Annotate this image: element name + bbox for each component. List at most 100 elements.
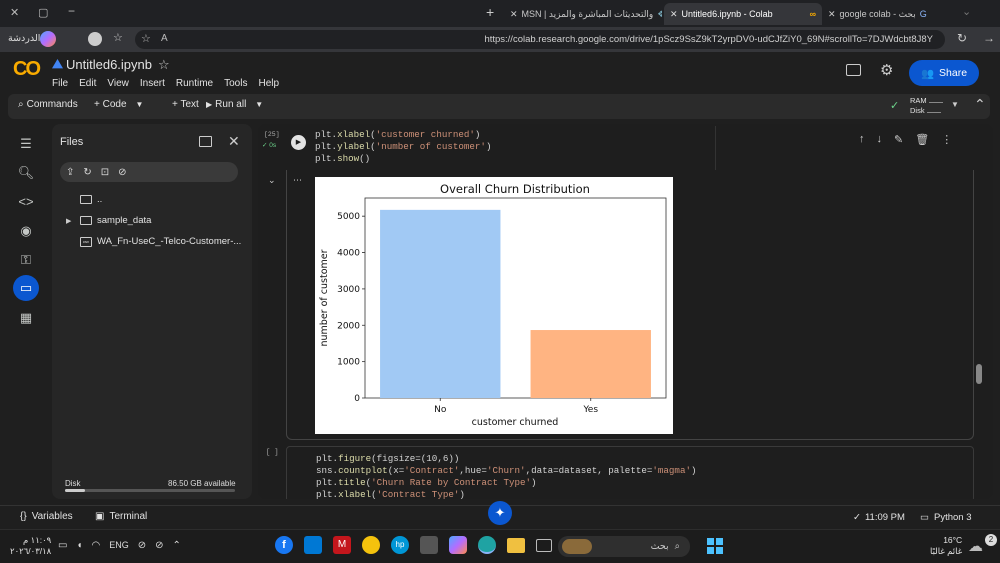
run-all-button[interactable]: ▶ Run all ▼ bbox=[206, 99, 263, 110]
hide-files-icon[interactable]: ⊘ bbox=[118, 167, 126, 178]
gemini-sparkle-icon[interactable]: ✦ bbox=[488, 501, 512, 525]
url-field[interactable]: ☆ A https://colab.research.google.com/dr… bbox=[135, 30, 945, 49]
task-view-icon[interactable] bbox=[536, 538, 552, 552]
code-snippets-icon[interactable]: <> bbox=[16, 192, 36, 212]
code-line: plt.ylabel('number of customer') bbox=[315, 141, 491, 153]
collapse-output-icon[interactable]: ⌄ bbox=[268, 175, 276, 186]
file-item[interactable]: .. bbox=[66, 189, 246, 210]
code-editor[interactable]: plt.figure(figsize=(10,6)) sns.countplot(… bbox=[286, 446, 974, 499]
code-token: ) bbox=[485, 141, 492, 152]
weather-widget[interactable]: 16°C غائم غالبًا bbox=[930, 535, 962, 557]
y-tick-label: 3000 bbox=[337, 285, 360, 295]
close-panel-icon[interactable]: ✕ bbox=[228, 133, 240, 150]
reload-icon[interactable]: ↻ bbox=[957, 31, 967, 45]
facebook-icon[interactable]: f bbox=[275, 536, 293, 554]
hp-icon[interactable]: hp bbox=[391, 536, 409, 554]
volume-icon[interactable]: ◖ bbox=[76, 540, 82, 551]
dropdown-arrow-icon[interactable]: ▼ bbox=[136, 100, 144, 109]
dropdown-arrow-icon[interactable]: ▼ bbox=[255, 100, 263, 109]
refresh-icon[interactable]: ↻ bbox=[83, 167, 91, 178]
collapse-icon[interactable]: ⌃ bbox=[974, 96, 986, 113]
table-of-contents-icon[interactable]: ☰ bbox=[16, 134, 36, 154]
run-cell-button[interactable]: ▶ bbox=[291, 135, 306, 150]
variables-button[interactable]: {} Variables bbox=[20, 511, 73, 522]
add-text-button[interactable]: + Text bbox=[172, 99, 199, 110]
clock[interactable]: ١١:٠٩ م ٢٠٢٦/٠٣/١٨ bbox=[10, 535, 51, 557]
store-icon[interactable] bbox=[420, 536, 438, 554]
tab-msn[interactable]: ✕ MSN | والتحديثات المباشرة والمزيد ❖ bbox=[504, 3, 662, 25]
mail-icon[interactable] bbox=[304, 536, 322, 554]
find-icon[interactable]: 🔍︎ bbox=[16, 163, 36, 183]
colab-logo[interactable]: CO bbox=[13, 58, 41, 81]
share-button[interactable]: 👥 Share bbox=[909, 60, 979, 86]
language-indicator[interactable]: ENG bbox=[109, 540, 129, 551]
expand-arrow-icon[interactable]: ▶ bbox=[66, 217, 80, 225]
file-item[interactable]: csv WA_Fn-UseC_-Telco-Customer-... bbox=[66, 231, 246, 252]
menu-edit[interactable]: Edit bbox=[79, 78, 96, 89]
star-icon[interactable]: ☆ bbox=[158, 57, 170, 73]
tab-search-icon[interactable]: ⌄ bbox=[962, 5, 971, 18]
menu-view[interactable]: View bbox=[107, 78, 129, 89]
read-aloud-icon[interactable]: A bbox=[161, 33, 168, 44]
file-item[interactable]: ▶ sample_data bbox=[66, 210, 246, 231]
menu-file[interactable]: File bbox=[52, 78, 68, 89]
output-menu-icon[interactable]: ⋯ bbox=[293, 175, 302, 186]
close-window-icon[interactable]: ✕ bbox=[10, 6, 19, 19]
new-tab-panel-icon[interactable] bbox=[199, 136, 212, 147]
copilot-app-icon[interactable] bbox=[449, 536, 467, 554]
comments-icon[interactable] bbox=[846, 64, 861, 76]
move-down-icon[interactable]: ↓ bbox=[877, 133, 883, 146]
runtime-dropdown-icon[interactable]: ▼ bbox=[951, 100, 959, 109]
data-table-icon[interactable]: ▦ bbox=[16, 308, 36, 328]
battery-icon[interactable]: ▭ bbox=[58, 540, 67, 551]
favorites-icon[interactable]: ☆ bbox=[113, 31, 123, 44]
edit-pen-icon[interactable]: ✎ bbox=[894, 133, 903, 146]
tab-colab[interactable]: ✕ Untitled6.ipynb - Colab ∞ bbox=[664, 3, 822, 25]
notification-badge[interactable]: 2 bbox=[985, 534, 997, 546]
close-tab-icon[interactable]: ✕ bbox=[670, 9, 678, 20]
file-explorer-icon[interactable] bbox=[507, 537, 525, 553]
more-options-icon[interactable]: ⋮ bbox=[941, 133, 952, 146]
settings-gear-icon[interactable]: ⚙ bbox=[880, 61, 893, 79]
mount-drive-icon[interactable]: ⊡ bbox=[101, 167, 109, 178]
edge-icon[interactable] bbox=[478, 536, 496, 554]
files-folder-icon[interactable]: ▭ bbox=[13, 275, 39, 301]
copilot-label[interactable]: الدردشة bbox=[8, 33, 40, 44]
menu-runtime[interactable]: Runtime bbox=[176, 78, 213, 89]
terminal-button[interactable]: ▣ Terminal bbox=[95, 511, 147, 522]
delete-icon[interactable]: 🗑︎ bbox=[915, 133, 929, 146]
add-code-button[interactable]: + Code ▼ bbox=[94, 99, 143, 110]
notebook-toolbar: ⌕ Commands + Code ▼ + Text ▶ Run all ▼ ✓… bbox=[8, 94, 990, 119]
resource-monitor[interactable]: RAM Disk bbox=[910, 96, 943, 116]
move-up-icon[interactable]: ↑ bbox=[859, 133, 865, 146]
menu-insert[interactable]: Insert bbox=[140, 78, 165, 89]
bookmark-star-icon[interactable]: ☆ bbox=[141, 32, 151, 45]
variables-eye-icon[interactable]: ◉ bbox=[16, 221, 36, 241]
secrets-key-icon[interactable]: ⚿ bbox=[16, 250, 36, 270]
profile-avatar[interactable] bbox=[88, 32, 102, 46]
copilot-icon[interactable] bbox=[40, 31, 56, 47]
back-icon[interactable]: → bbox=[983, 31, 995, 45]
mcafee-icon[interactable]: M bbox=[333, 536, 351, 554]
new-tab-icon[interactable]: + bbox=[486, 4, 494, 20]
scrollbar-thumb[interactable] bbox=[976, 364, 982, 384]
notebook-title[interactable]: Untitled6.ipynb bbox=[66, 57, 152, 72]
close-tab-icon[interactable]: ✕ bbox=[510, 9, 518, 20]
mute-icon[interactable]: ⊘ bbox=[155, 540, 163, 551]
runtime-indicator[interactable]: ▭ Python 3 bbox=[920, 512, 971, 523]
windows-start-icon[interactable] bbox=[707, 538, 723, 554]
restore-window-icon[interactable]: ▢ bbox=[38, 6, 48, 19]
accessibility-icon[interactable]: ⊘ bbox=[138, 540, 146, 551]
commands-button[interactable]: ⌕ Commands bbox=[18, 99, 78, 110]
code-editor[interactable]: plt.xlabel('customer churned') plt.ylabel… bbox=[310, 126, 716, 170]
app-icon[interactable] bbox=[362, 536, 380, 554]
menu-help[interactable]: Help bbox=[258, 78, 279, 89]
close-tab-icon[interactable]: ✕ bbox=[828, 9, 836, 20]
upload-icon[interactable]: ⇪ bbox=[66, 167, 74, 178]
minimize-window-icon[interactable]: − bbox=[68, 4, 75, 18]
wifi-icon[interactable]: ◠ bbox=[92, 540, 101, 551]
taskbar-search[interactable]: بحث ⌕ bbox=[558, 536, 690, 557]
tray-overflow-icon[interactable]: ⌃ bbox=[173, 540, 181, 551]
tab-google-search[interactable]: ✕ google colab - بحث G bbox=[822, 3, 952, 25]
menu-tools[interactable]: Tools bbox=[224, 78, 247, 89]
